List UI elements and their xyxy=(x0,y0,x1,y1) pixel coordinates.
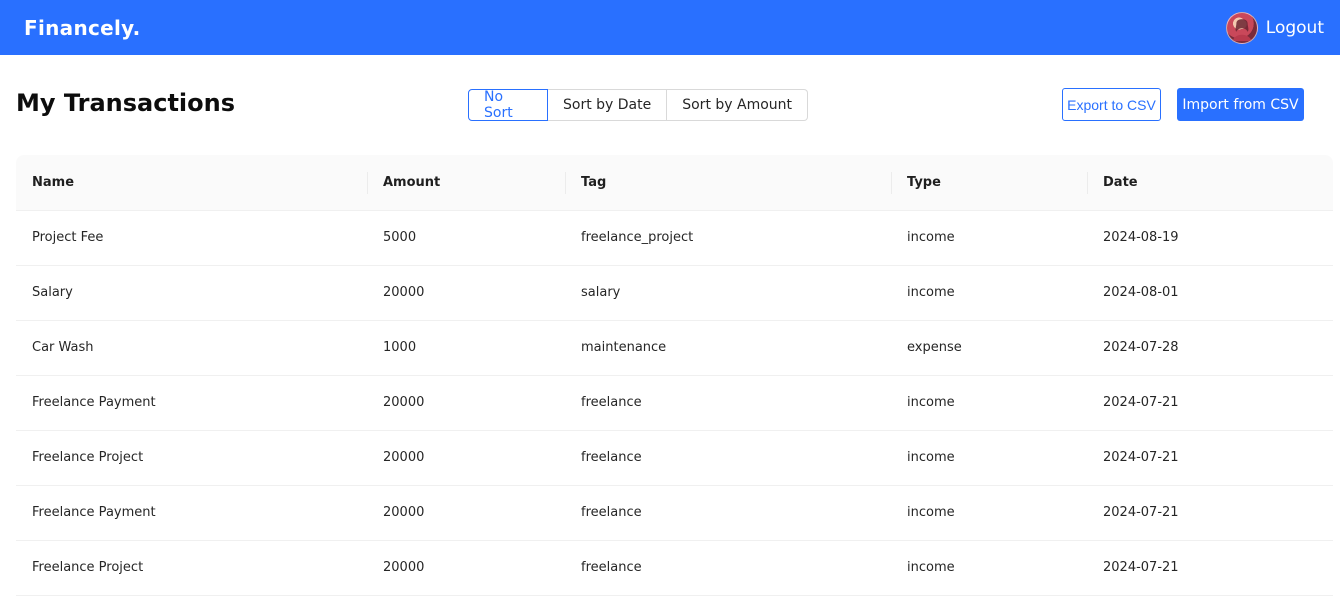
cell-amount: 20000 xyxy=(367,540,565,596)
cell-type: income xyxy=(891,485,1087,541)
cell-date: 2024-07-28 xyxy=(1087,320,1333,376)
cell-amount: 20000 xyxy=(367,375,565,431)
table-row[interactable]: Freelance Project 20000 freelance income… xyxy=(16,540,1333,596)
column-header-name[interactable]: Name xyxy=(16,155,367,211)
column-header-tag[interactable]: Tag xyxy=(565,155,891,211)
cell-tag: freelance xyxy=(565,540,891,596)
sort-option-date[interactable]: Sort by Date xyxy=(548,89,668,121)
cell-type: income xyxy=(891,430,1087,486)
cell-amount: 5000 xyxy=(367,210,565,266)
table-row[interactable]: Car Wash 1000 maintenance expense 2024-0… xyxy=(16,320,1333,376)
sort-radio-group: No Sort Sort by Date Sort by Amount xyxy=(468,89,809,121)
cell-date: 2024-08-01 xyxy=(1087,265,1333,321)
user-avatar-icon xyxy=(1232,18,1252,41)
cell-date: 2024-07-21 xyxy=(1087,375,1333,431)
table-row[interactable]: Freelance Payment 20000 freelance income… xyxy=(16,375,1333,431)
cell-type: expense xyxy=(891,320,1087,376)
cell-type: income xyxy=(891,210,1087,266)
cell-name: Project Fee xyxy=(16,210,367,266)
cell-date: 2024-08-19 xyxy=(1087,210,1333,266)
cell-name: Freelance Project xyxy=(16,430,367,486)
brand-logo[interactable]: Financely. xyxy=(24,16,141,40)
cell-type: income xyxy=(891,265,1087,321)
cell-date: 2024-07-21 xyxy=(1087,540,1333,596)
cell-tag: freelance xyxy=(565,485,891,541)
column-header-type[interactable]: Type xyxy=(891,155,1087,211)
page-title: My Transactions xyxy=(16,89,235,117)
sort-option-amount[interactable]: Sort by Amount xyxy=(667,89,809,121)
cell-name: Freelance Payment xyxy=(16,375,367,431)
table-row[interactable]: Freelance Payment 20000 freelance income… xyxy=(16,485,1333,541)
navbar: Financely. Logout xyxy=(0,0,1340,55)
table-header-row: Name Amount Tag Type Date xyxy=(16,155,1333,211)
cell-date: 2024-07-21 xyxy=(1087,485,1333,541)
cell-amount: 20000 xyxy=(367,265,565,321)
cell-tag: maintenance xyxy=(565,320,891,376)
cell-tag: freelance xyxy=(565,375,891,431)
cell-name: Freelance Project xyxy=(16,540,367,596)
cell-amount: 20000 xyxy=(367,430,565,486)
cell-amount: 1000 xyxy=(367,320,565,376)
logout-link[interactable]: Logout xyxy=(1266,18,1324,38)
cell-type: income xyxy=(891,540,1087,596)
transactions-table: Name Amount Tag Type Date Project Fee 50… xyxy=(16,155,1333,596)
nav-user-area: Logout xyxy=(1225,11,1324,44)
cell-type: income xyxy=(891,375,1087,431)
user-avatar[interactable] xyxy=(1225,11,1258,44)
sort-option-no-sort[interactable]: No Sort xyxy=(468,89,548,121)
cell-name: Freelance Payment xyxy=(16,485,367,541)
table-row[interactable]: Freelance Project 20000 freelance income… xyxy=(16,430,1333,486)
column-header-amount[interactable]: Amount xyxy=(367,155,565,211)
cell-name: Salary xyxy=(16,265,367,321)
column-header-date[interactable]: Date xyxy=(1087,155,1333,211)
cell-amount: 20000 xyxy=(367,485,565,541)
import-csv-button[interactable]: Import from CSV xyxy=(1177,88,1304,121)
table-row[interactable]: Salary 20000 salary income 2024-08-01 xyxy=(16,265,1333,321)
cell-date: 2024-07-21 xyxy=(1087,430,1333,486)
cell-tag: salary xyxy=(565,265,891,321)
cell-name: Car Wash xyxy=(16,320,367,376)
cell-tag: freelance xyxy=(565,430,891,486)
export-csv-button[interactable]: Export to CSV xyxy=(1062,88,1161,121)
cell-tag: freelance_project xyxy=(565,210,891,266)
table-row[interactable]: Project Fee 5000 freelance_project incom… xyxy=(16,210,1333,266)
